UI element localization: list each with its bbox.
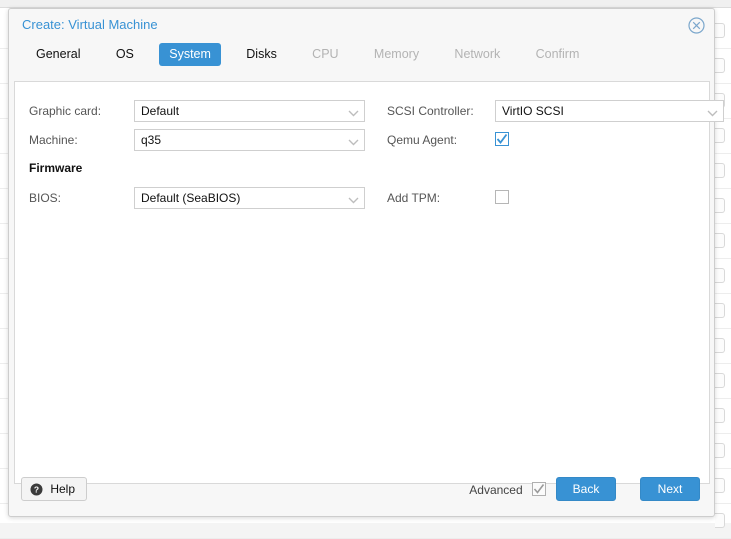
help-button[interactable]: ? Help — [21, 477, 88, 501]
bios-select[interactable]: Default (SeaBIOS) — [134, 187, 365, 209]
advanced-label: Advanced — [469, 482, 523, 497]
system-settings-panel: Graphic card: Default Machine: q35 Firmw… — [14, 81, 724, 484]
firmware-section-label: Firmware — [29, 161, 83, 175]
background-toolbar — [0, 0, 731, 8]
dialog-footer: ? Help Advanced Back Next — [9, 470, 714, 516]
background-row-glyph — [715, 128, 725, 143]
chevron-down-icon — [348, 107, 359, 117]
graphic-card-value: Default — [141, 104, 180, 118]
machine-label: Machine: — [29, 133, 78, 147]
tab-cpu: CPU — [312, 47, 339, 61]
tab-memory: Memory — [373, 47, 420, 61]
scsi-controller-label: SCSI Controller: — [387, 104, 474, 118]
scsi-controller-select[interactable]: VirtIO SCSI — [495, 100, 724, 122]
background-row-glyph — [715, 373, 725, 388]
background-row-glyph — [715, 198, 725, 213]
background-row-glyph — [715, 233, 725, 248]
tab-disks[interactable]: Disks — [236, 43, 287, 66]
tab-network: Network — [454, 47, 501, 61]
bios-value: Default (SeaBIOS) — [141, 191, 241, 205]
background-row-glyph — [715, 163, 725, 178]
advanced-checkbox[interactable] — [532, 482, 546, 496]
tab-confirm: Confirm — [535, 47, 580, 61]
svg-text:?: ? — [34, 485, 39, 495]
machine-select[interactable]: q35 — [134, 129, 365, 151]
advanced-toggle-group: Advanced — [469, 482, 546, 497]
wizard-tabs: General OS System Disks CPU Memory Netwo… — [9, 43, 714, 74]
tab-system[interactable]: System — [159, 43, 221, 66]
chevron-down-icon — [707, 107, 718, 117]
back-button[interactable]: Back — [556, 477, 616, 501]
chevron-down-icon — [348, 136, 359, 146]
tab-os[interactable]: OS — [106, 43, 144, 66]
dialog-header: Create: Virtual Machine — [9, 9, 714, 43]
graphic-card-select[interactable]: Default — [134, 100, 365, 122]
background-row-glyph — [715, 23, 725, 38]
close-icon[interactable] — [688, 17, 705, 34]
add-tpm-label: Add TPM: — [387, 191, 441, 205]
background-row-glyph — [715, 58, 725, 73]
next-button[interactable]: Next — [640, 477, 700, 501]
chevron-down-icon — [348, 194, 359, 204]
background-row-glyph — [715, 443, 725, 458]
tab-general[interactable]: General — [26, 43, 90, 66]
help-button-label: Help — [50, 482, 76, 496]
bios-label: BIOS: — [29, 191, 62, 205]
dialog-title: Create: Virtual Machine — [22, 17, 158, 32]
add-tpm-checkbox[interactable] — [495, 190, 509, 204]
background-row-glyph — [715, 513, 725, 528]
qemu-agent-label: Qemu Agent: — [387, 133, 458, 147]
scsi-controller-value: VirtIO SCSI — [502, 104, 564, 118]
background-row-glyph — [715, 338, 725, 353]
background-row-glyph — [715, 303, 725, 318]
graphic-card-label: Graphic card: — [29, 104, 102, 118]
background-row-glyph — [715, 478, 725, 493]
create-vm-dialog: Create: Virtual Machine General OS Syste… — [8, 8, 724, 517]
machine-value: q35 — [141, 133, 162, 147]
question-circle-icon: ? — [30, 481, 43, 496]
background-row-glyph — [715, 408, 725, 423]
background-row-glyph — [715, 268, 725, 283]
qemu-agent-checkbox[interactable] — [495, 132, 509, 146]
